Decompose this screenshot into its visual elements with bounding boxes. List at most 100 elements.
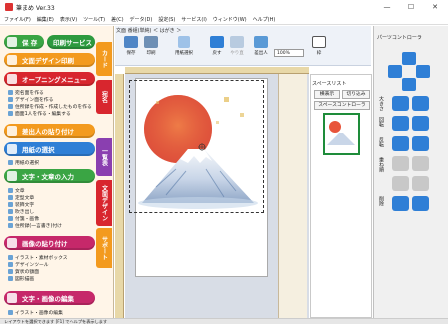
move-down-arrow-icon[interactable]	[402, 78, 416, 91]
send-backward-button[interactable]	[412, 156, 429, 171]
print-service-button[interactable]: 印刷サービス	[47, 35, 95, 49]
opening-item[interactable]: 住所録を作成・作成したものを作る	[8, 103, 92, 110]
tab-support[interactable]: サポート	[96, 228, 112, 268]
flip-label: 反転	[378, 137, 384, 147]
delete-trash-icon[interactable]	[412, 196, 429, 211]
horizontal-view-button[interactable]: 横表示	[314, 90, 340, 99]
maximize-button[interactable]: ☐	[400, 0, 422, 14]
balloon-icon	[8, 209, 13, 214]
paper-select-button[interactable]: 用紙の選択	[4, 142, 95, 156]
doc-icon	[8, 104, 13, 109]
menu-help[interactable]: ヘルプ(H)	[253, 16, 276, 23]
opening-menu-button[interactable]: オープニングメニュー	[4, 72, 95, 86]
edit-item[interactable]: イラスト・画像の編集	[8, 309, 63, 316]
rotate-left-button[interactable]	[392, 116, 409, 131]
text-item[interactable]: 住所録(一言書き)付け	[8, 222, 62, 229]
send-back-button[interactable]	[412, 176, 429, 191]
menu-data[interactable]: データ(D)	[130, 16, 153, 23]
opening-item[interactable]: 面面1人を作る・編集する	[8, 110, 71, 117]
layer-thumbnail[interactable]	[323, 113, 360, 155]
image-item[interactable]: 賀状の額面	[8, 268, 39, 275]
text-item[interactable]: 装飾文字	[8, 201, 34, 208]
toolbar-paper-select-button[interactable]: 用紙選択	[166, 36, 202, 61]
zoom-select[interactable]: 100%	[274, 49, 304, 57]
menu-service[interactable]: サービス(I)	[181, 16, 206, 23]
move-right-arrow-icon[interactable]	[416, 65, 430, 78]
toolbar-undo-button[interactable]: 戻す	[208, 36, 226, 61]
menu-tool[interactable]: ツール(T)	[83, 16, 105, 23]
menu-settings[interactable]: 設定(S)	[158, 16, 175, 23]
toolbar-sender-button[interactable]: 差出人	[252, 36, 270, 61]
move-up-arrow-icon[interactable]	[402, 52, 416, 65]
image-paste-button[interactable]: 画像の貼り付け	[4, 236, 95, 250]
close-button[interactable]: ✕	[424, 0, 446, 14]
menu-edit[interactable]: 編集(E)	[37, 16, 54, 23]
toolbar-print-button[interactable]: 印刷	[142, 36, 160, 61]
text-item[interactable]: 吹き出し	[8, 208, 34, 215]
frame-icon	[312, 36, 326, 48]
undo-edit-button[interactable]	[392, 196, 409, 211]
image-icon	[7, 238, 17, 248]
save-button[interactable]: 保 存	[4, 35, 44, 49]
illustration-icon	[8, 255, 13, 260]
shape-icon	[8, 276, 13, 281]
tab-list[interactable]: 一覧表	[96, 138, 112, 176]
move-left-arrow-icon[interactable]	[388, 65, 402, 78]
paste-sender-button[interactable]: 差出人の貼り付け	[4, 124, 95, 138]
space-list-header: スペースリスト	[312, 81, 347, 87]
window-title: 筆まめ Ver.33	[16, 4, 55, 12]
redo-icon	[230, 36, 244, 48]
tab-address[interactable]: 宛名	[96, 80, 112, 114]
toolbar-redo-button[interactable]: やり直	[228, 36, 246, 61]
delete-label: 削除	[378, 196, 384, 206]
stack-order-label: 重ね順	[378, 157, 384, 172]
shrink-button[interactable]	[392, 96, 409, 111]
paper-icon	[7, 144, 17, 154]
size-label: 大きさ	[378, 96, 384, 111]
minimize-button[interactable]: —	[376, 0, 398, 14]
bring-front-button[interactable]	[392, 176, 409, 191]
image-item[interactable]: イラスト・素材ボックス	[8, 254, 68, 261]
image-item[interactable]: 図形描画	[8, 275, 34, 282]
sender-icon	[254, 36, 268, 48]
paper-select-item[interactable]: 用紙の選択	[8, 159, 39, 166]
tab-card[interactable]: カード	[96, 42, 112, 76]
toolbar-frame-button[interactable]: 枠	[310, 36, 328, 61]
opening-item[interactable]: 宛名面を作る	[8, 89, 44, 96]
text-insert-button[interactable]: 文字・文章の入力	[4, 169, 95, 183]
edit-icon	[7, 293, 17, 303]
rotate-label: 回転	[378, 117, 384, 127]
menu-diff[interactable]: 差(C)	[111, 16, 123, 23]
menu-file[interactable]: ファイル(F)	[4, 16, 31, 23]
document-tab[interactable]: 文面 番組(単純) ＜ はがき ＞	[116, 27, 181, 34]
address-icon	[8, 223, 13, 228]
vertical-ruler	[115, 74, 124, 318]
opening-item[interactable]: デザイン面を作る	[8, 96, 53, 103]
space-controller-button[interactable]: スペースコントローラ	[314, 101, 370, 110]
menu-view[interactable]: 表示(V)	[60, 16, 77, 23]
text-item[interactable]: 定型文章	[8, 194, 34, 201]
text-item[interactable]: 文章	[8, 187, 25, 194]
tab-design[interactable]: 文面デザイン	[96, 180, 112, 226]
doc-icon	[8, 97, 13, 102]
menu-bar: ファイル(F) 編集(E) 表示(V) ツール(T) 差(C) データ(D) 設…	[0, 14, 448, 25]
text-icon	[8, 202, 13, 207]
rotate-right-button[interactable]	[412, 116, 429, 131]
edit-icon	[8, 310, 13, 315]
flip-vertical-button[interactable]	[412, 136, 429, 151]
text-item[interactable]: 付箋・画像	[8, 215, 39, 222]
menu-window[interactable]: ウィンドウ(W)	[213, 16, 247, 23]
image-item[interactable]: デザインツール	[8, 261, 49, 268]
toolbar-save-button[interactable]: 保存	[122, 36, 140, 61]
flip-horizontal-button[interactable]	[392, 136, 409, 151]
enlarge-button[interactable]	[412, 96, 429, 111]
selection-frame[interactable]	[129, 80, 264, 213]
bring-forward-button[interactable]	[392, 156, 409, 171]
parts-controller-panel	[373, 26, 448, 318]
paper-icon	[178, 36, 190, 48]
save-icon	[124, 36, 138, 48]
design-print-button[interactable]: 文面デザイン印刷	[4, 53, 95, 67]
edit-text-image-button[interactable]: 文字・画像の編集	[4, 291, 95, 305]
save-icon	[7, 37, 17, 47]
crop-button[interactable]: 切り込み	[342, 90, 370, 99]
